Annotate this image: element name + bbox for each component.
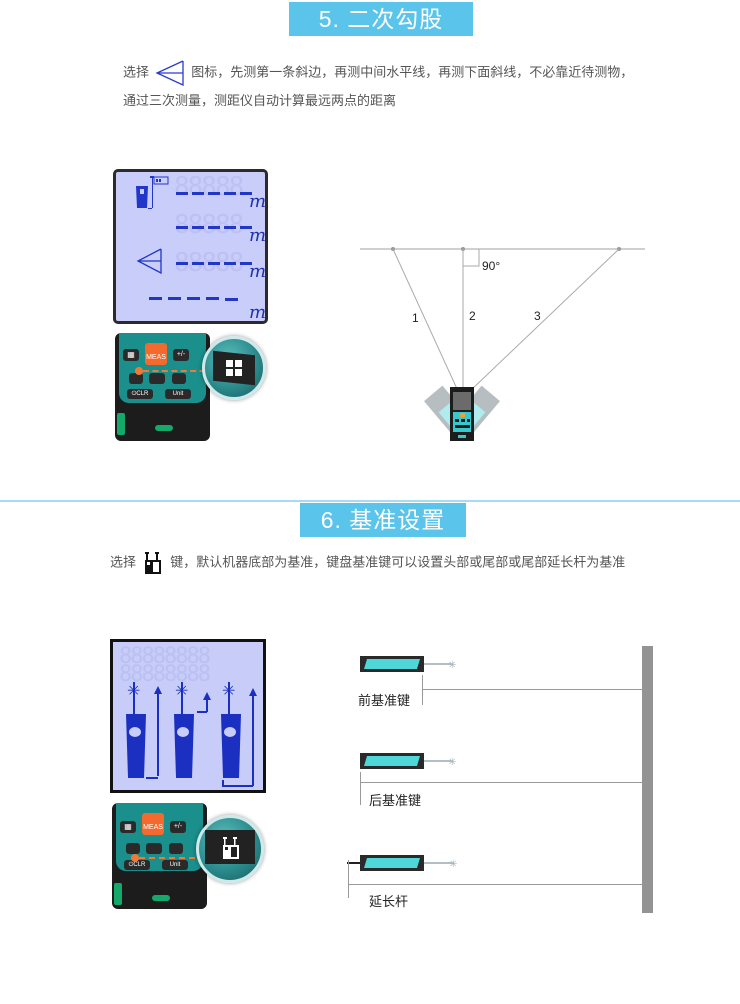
- magnifier-lens: [196, 815, 264, 883]
- level-bubble: [152, 895, 170, 901]
- unit-key: Unit: [165, 389, 191, 399]
- distance-key: [149, 373, 165, 384]
- distance-line-extension: [348, 884, 642, 885]
- side-button: [114, 883, 122, 905]
- section5-desc-line1: 选择 图标，先测第一条斜边，再测中间水平线，再测下面斜线，不必靠近待测物，: [123, 60, 634, 87]
- lcd-ghost-digits: 88888: [174, 210, 244, 240]
- reference-key: [129, 373, 143, 384]
- reference-mode-back: ✳: [174, 682, 211, 778]
- plusminus-key: +/-: [173, 349, 189, 361]
- desc-text: 图标，先测第一条斜边，再测中间水平线，再测下面斜线，不必靠近待测物，: [191, 65, 634, 81]
- device-front-reference: ✳: [359, 654, 459, 674]
- unit-label: Unit: [172, 391, 184, 397]
- device-extension-reference: ✳: [346, 853, 461, 873]
- distance-meter-side-icon: ✳: [360, 753, 456, 769]
- line-label-1: 1: [412, 311, 419, 325]
- svg-text:✳: ✳: [222, 683, 235, 700]
- right-angle-marker: [463, 249, 480, 267]
- clr-key: ⏻CLR: [124, 860, 150, 870]
- reference-marker-back: [360, 772, 361, 805]
- distance-meter-device-icon: [450, 387, 474, 441]
- keypad-body: ▦ MEAS +/- ⏻CLR Unit: [112, 803, 207, 909]
- section5-title-banner: 5. 二次勾股: [289, 2, 473, 36]
- section6-title-banner: 6. 基准设置: [300, 503, 466, 537]
- svg-text:✳: ✳: [449, 859, 457, 870]
- level-bubble: [155, 425, 173, 431]
- side-button: [117, 413, 125, 435]
- distance-line-front: [422, 689, 642, 690]
- section5-desc-line2: 通过三次测量，测距仪自动计算最远两点的距离: [123, 94, 397, 109]
- desc-text: 键，默认机器底部为基准，键盘基准键可以设置头部或尾部或尾部延长杆为基准: [170, 555, 626, 571]
- reference-key-icon: [223, 837, 239, 859]
- lcd-unit: m: [249, 191, 267, 212]
- keypad-body: ▦ MEAS +/- ⏻CLR Unit: [115, 333, 210, 441]
- unit-label: Unit: [169, 862, 181, 868]
- plusminus-label: +/-: [173, 823, 183, 830]
- label-extension: 延长杆: [369, 895, 409, 910]
- plusminus-label: +/-: [176, 351, 186, 358]
- lcd-unit: m: [249, 302, 267, 323]
- section5-keypad-image: ▦ MEAS +/- ⏻CLR Unit: [113, 333, 268, 443]
- section6-title: 6. 基准设置: [320, 507, 446, 533]
- meas-label: MEAS: [146, 354, 166, 361]
- unit-key: Unit: [162, 860, 188, 870]
- svg-text:✳: ✳: [448, 660, 456, 671]
- desc-text: 选择: [123, 65, 150, 81]
- desc-text: 选择: [110, 555, 137, 571]
- label-front-reference: 前基准键: [358, 694, 411, 709]
- magnifier-lens: [202, 336, 266, 400]
- section6-desc: 选择 键，默认机器底部为基准，键盘基准键可以设置头部或尾部或尾部延长杆为基准: [110, 551, 625, 575]
- distance-meter-extension-icon: ✳: [347, 855, 457, 871]
- callout-dot: [131, 854, 139, 862]
- measure-line-1: [392, 248, 459, 392]
- label-back-reference: 后基准键: [369, 794, 422, 809]
- section-divider: [0, 500, 740, 502]
- reference-key-icon: [145, 552, 162, 574]
- reference-marker-extension: [348, 860, 349, 898]
- distance-line-back: [360, 782, 642, 783]
- target-wall: [642, 646, 653, 913]
- angle-label: 90°: [482, 259, 500, 273]
- section6-lcd-display: 88888888 88888888 ✳ ✳ ✳: [110, 639, 266, 793]
- pythagoras-diagram: 90° 1 2 3: [360, 247, 645, 441]
- clr-key: ⏻CLR: [127, 389, 153, 399]
- area-key: [169, 843, 183, 854]
- lcd-unit: m: [249, 225, 267, 246]
- triangle-pythagoras-icon: [155, 60, 184, 87]
- device-back-reference: ✳: [359, 751, 459, 771]
- clr-label: CLR: [133, 862, 146, 868]
- section5-lcd-display: 88888 88888 88888 m m m m: [113, 169, 268, 324]
- function-grid-key: ▦: [123, 349, 139, 361]
- distance-meter-side-icon: ✳: [360, 656, 456, 672]
- reference-modes-illustration: ✳ ✳ ✳: [126, 682, 257, 787]
- reference-key: [126, 843, 140, 854]
- function-grid-icon: [226, 360, 242, 376]
- reference-marker-front: [422, 675, 423, 705]
- distance-key: [146, 843, 162, 854]
- meas-key: MEAS: [145, 343, 167, 365]
- plusminus-key: +/-: [170, 821, 186, 833]
- area-key: [172, 373, 186, 384]
- reference-mode-front: ✳: [126, 682, 162, 779]
- callout-dot: [135, 367, 143, 375]
- section6-keypad-image: ▦ MEAS +/- ⏻CLR Unit: [110, 803, 265, 913]
- section5-title: 5. 二次勾股: [318, 6, 444, 32]
- device-reference-icon: [136, 176, 169, 209]
- function-grid-key: ▦: [120, 821, 136, 833]
- svg-text:✳: ✳: [175, 683, 188, 700]
- svg-text:✳: ✳: [127, 683, 140, 700]
- clr-label: CLR: [136, 391, 149, 397]
- svg-text:✳: ✳: [448, 757, 456, 768]
- meas-key: MEAS: [142, 813, 164, 835]
- reference-mode-extension: ✳: [221, 682, 257, 787]
- triangle-pythagoras-icon: [136, 248, 162, 274]
- lcd-unit: m: [249, 261, 267, 282]
- line-label-3: 3: [534, 309, 541, 323]
- meas-label: MEAS: [143, 824, 163, 831]
- line-label-2: 2: [469, 309, 476, 323]
- lcd-ghost-digits: 88888: [174, 172, 244, 202]
